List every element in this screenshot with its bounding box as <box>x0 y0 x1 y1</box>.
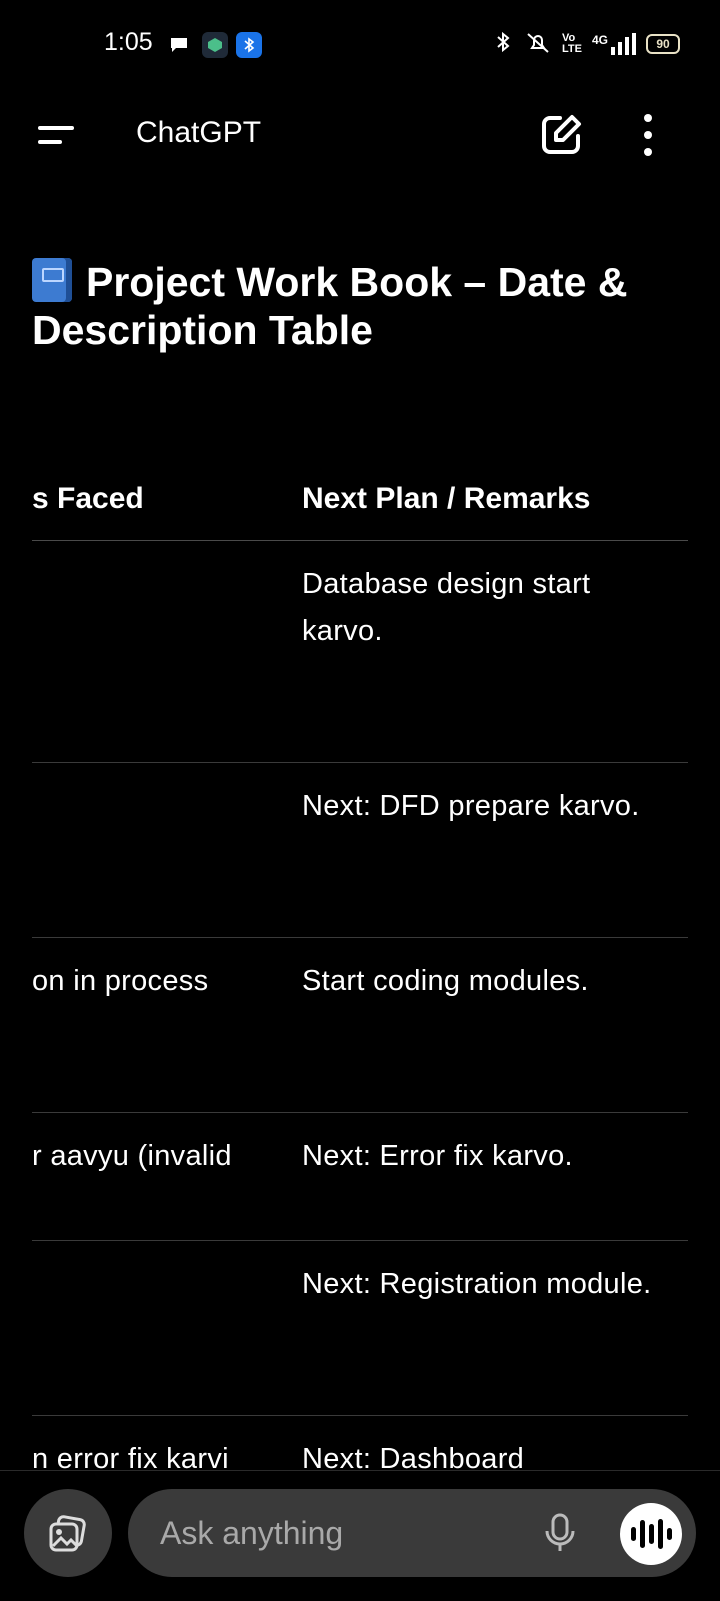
table-cell: Database design start karvo. <box>302 568 591 647</box>
header-next-plan: Next Plan / Remarks <box>302 482 591 515</box>
menu-icon-line <box>38 140 62 144</box>
message-input[interactable]: Ask anything <box>128 1489 696 1577</box>
microphone-icon <box>545 1513 575 1551</box>
table-cell: on in process <box>32 965 209 997</box>
battery-level: 90 <box>656 36 670 51</box>
attach-image-button[interactable] <box>24 1489 112 1577</box>
table-row: Next: DFD prepare karvo. <box>32 763 688 938</box>
composer-bar: Ask anything <box>0 1470 720 1601</box>
microphone-button[interactable] <box>538 1511 582 1555</box>
table-row: on in process Start coding modules. <box>32 938 688 1113</box>
section-heading: Project Work Book – Date & Description T… <box>32 258 692 354</box>
table-header: s Faced Next Plan / Remarks <box>32 460 688 541</box>
voice-wave-icon <box>666 1528 672 1540</box>
voice-wave-icon <box>630 1527 636 1541</box>
new-chat-button[interactable] <box>538 112 584 158</box>
table-row: r aavyu (invalid Next: Error fix karvo. <box>32 1113 688 1241</box>
mute-icon <box>524 30 552 57</box>
bluetooth-icon <box>494 30 514 57</box>
status-bar: 1:05 Vo LTE 4G 90 <box>0 0 720 90</box>
network-label: 4G <box>591 32 608 47</box>
volte-icon: Vo LTE <box>562 31 582 55</box>
more-dot <box>644 131 652 139</box>
more-options-button[interactable] <box>636 110 660 160</box>
table-cell: Start coding modules. <box>302 965 589 997</box>
signal-icon: 4G <box>591 32 636 55</box>
status-time: 1:05 <box>104 28 153 56</box>
heading-text: Project Work Book – Date & Description T… <box>32 259 628 353</box>
battery-icon: 90 <box>646 33 680 54</box>
voice-wave-icon <box>648 1524 654 1544</box>
more-dot <box>644 148 652 156</box>
table-cell: Next: Registration module. <box>302 1268 652 1300</box>
table-row: Next: Registration module. <box>32 1241 688 1416</box>
voice-wave-icon <box>657 1519 663 1549</box>
table-cell: Next: Error fix karvo. <box>302 1140 573 1172</box>
book-icon <box>32 258 72 302</box>
table-row: Database design start karvo. <box>32 541 688 763</box>
message-placeholder: Ask anything <box>160 1515 344 1551</box>
image-icon <box>49 1515 86 1552</box>
table-cell: Next: DFD prepare karvo. <box>302 790 640 822</box>
chat-notification-icon <box>166 32 192 58</box>
table-cell: r aavyu (invalid <box>32 1140 232 1172</box>
app-bar: ChatGPT <box>0 90 720 180</box>
edit-icon <box>542 115 581 154</box>
more-dot <box>644 114 652 122</box>
bluetooth-app-icon <box>236 32 262 58</box>
voice-mode-button[interactable] <box>620 1503 682 1565</box>
app-notification-icon <box>202 32 228 58</box>
app-title: ChatGPT <box>136 116 262 149</box>
header-issues-faced: s Faced <box>32 482 144 515</box>
work-book-table[interactable]: s Faced Next Plan / Remarks Database des… <box>32 460 688 1536</box>
status-icons: Vo LTE 4G 90 <box>494 30 680 57</box>
voice-wave-icon <box>639 1520 645 1548</box>
menu-button[interactable] <box>38 110 98 160</box>
menu-icon-line <box>38 126 74 130</box>
